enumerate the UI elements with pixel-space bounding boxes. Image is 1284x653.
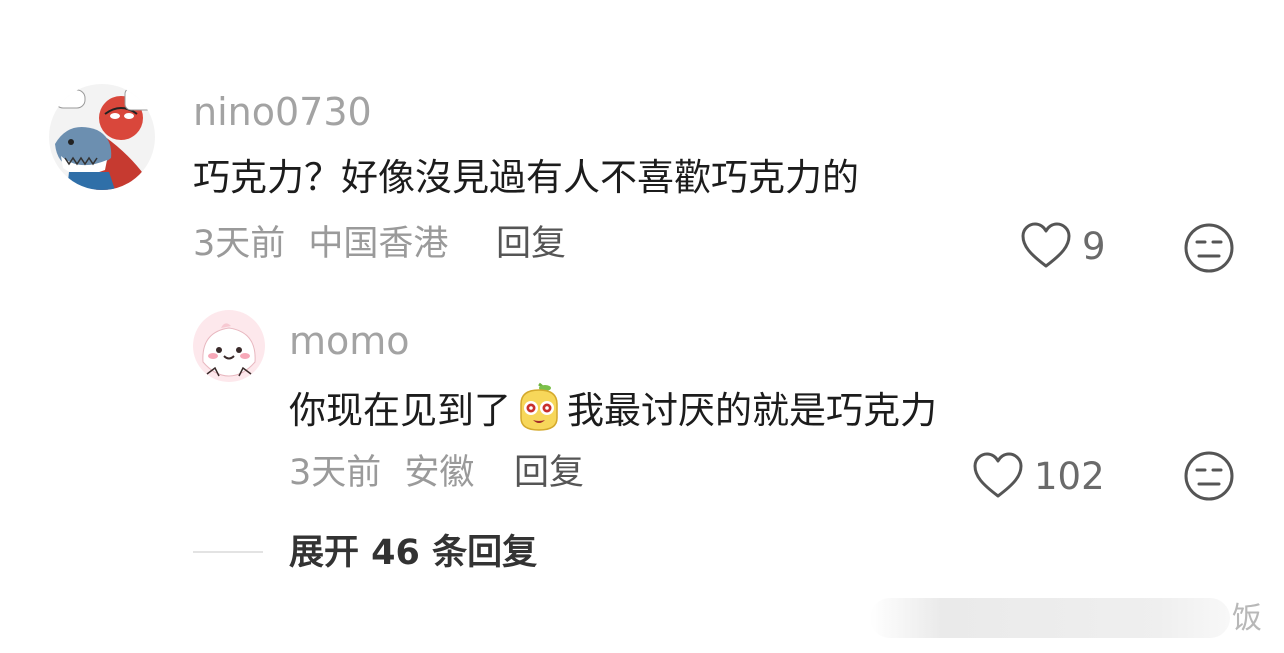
neutral-face-icon — [1184, 223, 1234, 273]
comment-text: 巧克力？好像沒見過有人不喜歡巧克力的 — [193, 156, 859, 199]
like-count: 9 — [1082, 224, 1106, 268]
comment-username[interactable]: momo — [289, 322, 410, 360]
neutral-face-icon — [1184, 451, 1234, 501]
heart-outline-icon — [973, 452, 1023, 498]
like-count: 102 — [1034, 454, 1105, 498]
dislike-button[interactable] — [1183, 222, 1235, 278]
comment-time: 3天前 — [289, 453, 382, 493]
watermark-text: 饭 — [1232, 601, 1262, 636]
dislike-button[interactable] — [1183, 450, 1235, 506]
yellow-mascot-emoji-icon — [515, 382, 563, 438]
comment-time: 3天前 — [193, 224, 286, 264]
reply-button[interactable]: 回复 — [496, 227, 566, 262]
comment-text: 你现在见到了 我最讨厌的就是巧克力 — [289, 382, 937, 438]
comment-location: 中国香港 — [308, 224, 449, 264]
avatar[interactable] — [49, 84, 155, 190]
expand-replies-button[interactable]: 展开 46 条回复 — [289, 536, 537, 571]
avatar[interactable] — [193, 310, 265, 382]
comment-text-before: 你现在见到了 — [289, 388, 511, 432]
comment-username[interactable]: nino0730 — [193, 93, 372, 131]
comment-meta: 3天前 安徽 — [289, 456, 474, 491]
heart-outline-icon — [1021, 222, 1071, 268]
reply-button[interactable]: 回复 — [514, 456, 584, 491]
expand-divider — [193, 551, 263, 553]
like-button[interactable]: 9 — [1020, 222, 1106, 270]
comment-meta: 3天前 中国香港 — [193, 227, 448, 262]
like-button[interactable]: 102 — [972, 452, 1105, 500]
comment-location: 安徽 — [404, 453, 475, 493]
watermark-bar — [870, 598, 1230, 638]
comment-text-after: 我最讨厌的就是巧克力 — [567, 388, 937, 432]
